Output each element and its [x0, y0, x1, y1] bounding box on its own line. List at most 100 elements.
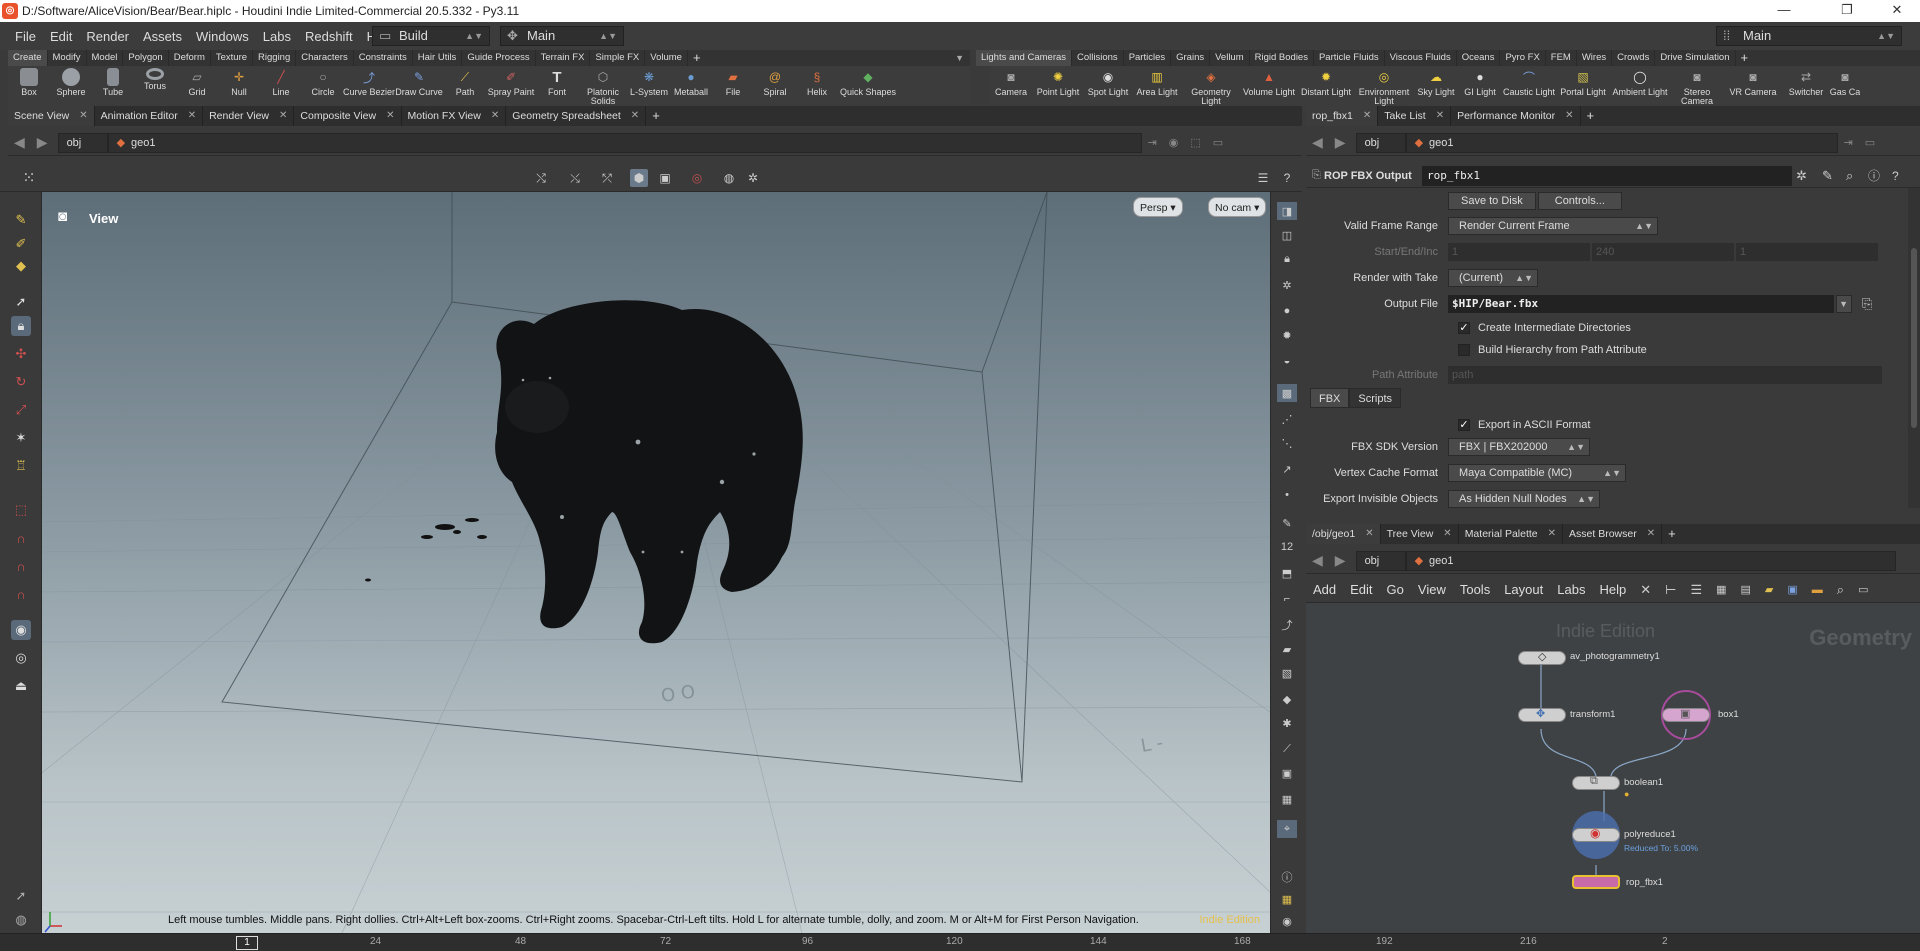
menu-redshift[interactable]: Redshift: [298, 29, 360, 44]
tool-spot-light[interactable]: ◉ Spot Light: [1084, 66, 1132, 106]
info-icon[interactable]: ⓘ: [1868, 167, 1880, 184]
shelf-tab-volume[interactable]: Volume: [645, 50, 688, 66]
tool-box[interactable]: Box: [8, 66, 50, 106]
persp-menu-button[interactable]: Persp ▾: [1133, 197, 1183, 217]
network-menu-tools[interactable]: Tools: [1453, 582, 1497, 597]
path-attribute-field[interactable]: path: [1448, 366, 1882, 384]
note-icon[interactable]: ▰: [1758, 583, 1780, 596]
vertex-cache-select[interactable]: Maya Compatible (MC) ▲▼: [1448, 464, 1626, 482]
pin-icon[interactable]: ⇥: [1148, 136, 1157, 149]
normal-display-icon[interactable]: ↗: [1277, 460, 1297, 478]
close-tab-icon[interactable]: ✕: [491, 106, 499, 126]
camera-menu-button[interactable]: No cam ▾: [1208, 197, 1267, 217]
invisible-objects-select[interactable]: As Hidden Null Nodes ▲▼: [1448, 490, 1600, 508]
start-frame-field[interactable]: 1: [1448, 243, 1590, 261]
snap-grid-icon[interactable]: ∩: [11, 584, 31, 604]
light-tool-icon[interactable]: ◎: [11, 648, 31, 668]
grid-view-icon[interactable]: ▦: [1709, 583, 1733, 596]
scale-tool-icon[interactable]: ⤢: [11, 400, 31, 420]
output-file-menu-chevron-icon[interactable]: ▼: [1836, 295, 1852, 313]
param-scrollbar-thumb[interactable]: [1911, 248, 1917, 428]
handle-tool-icon[interactable]: ♖: [11, 456, 31, 476]
tab-tree-view[interactable]: Tree View ✕: [1381, 524, 1459, 544]
shelf-tab-viscous-fluids[interactable]: Viscous Fluids: [1385, 50, 1457, 66]
network-menu-help[interactable]: Help: [1592, 582, 1633, 597]
tool-camera[interactable]: ◙ Camera: [990, 66, 1032, 106]
desktop-select[interactable]: ⁞⁞ Main ▲▼: [1716, 26, 1902, 46]
tool-sky-light[interactable]: ☁ Sky Light: [1414, 66, 1458, 106]
shelf-tab-oceans[interactable]: Oceans: [1457, 50, 1501, 66]
bone-display-icon[interactable]: ⌐: [1277, 590, 1297, 608]
build-desktop-select[interactable]: ▭ Build ▲▼: [372, 26, 490, 46]
add-pane-tab-icon[interactable]: +: [1662, 524, 1682, 544]
image-icon[interactable]: ▣: [1780, 583, 1804, 596]
menu-labs[interactable]: Labs: [256, 29, 298, 44]
shelf-tab-drive-simulation[interactable]: Drive Simulation: [1655, 50, 1736, 66]
tile-view-icon[interactable]: ▤: [1734, 583, 1758, 596]
rotate-tool-icon[interactable]: ↻: [11, 372, 31, 392]
close-button[interactable]: ✕: [1874, 0, 1920, 22]
back-arrow-icon[interactable]: ◀: [1312, 134, 1323, 151]
shelf-tab-modify[interactable]: Modify: [48, 50, 87, 66]
back-arrow-icon[interactable]: ◀: [14, 134, 25, 151]
camera-tool-icon[interactable]: ◉: [11, 620, 31, 640]
close-tab-icon[interactable]: ✕: [279, 106, 287, 126]
inc-frame-field[interactable]: 1: [1736, 243, 1878, 261]
texture-display-icon[interactable]: ▧: [1277, 664, 1297, 682]
node-rop-fbx1[interactable]: [1572, 875, 1620, 889]
forward-arrow-icon[interactable]: ▶: [37, 134, 48, 151]
close-tab-icon[interactable]: ✕: [1363, 106, 1371, 126]
pin-display-icon[interactable]: ⟋: [1277, 740, 1297, 758]
shelf-tab-terrain-fx[interactable]: Terrain FX: [536, 50, 591, 66]
tool-environment-light[interactable]: ◎ Environment Light: [1354, 66, 1414, 106]
shelf-tab-simple-fx[interactable]: Simple FX: [590, 50, 646, 66]
search-icon[interactable]: ⌕: [1830, 582, 1851, 598]
network-type-icon[interactable]: ⬚: [1190, 136, 1200, 149]
tree-icon[interactable]: ⊢: [1658, 582, 1683, 598]
timeline-bar[interactable]: 1 24 48 72 96 120 144 168 192 216 2: [0, 933, 1920, 951]
shelf-tab-lights-cameras[interactable]: Lights and Cameras: [976, 50, 1073, 66]
node-name-field[interactable]: rop_fbx1: [1422, 166, 1792, 186]
stage-tool-icon[interactable]: ⏏: [11, 676, 31, 696]
breadcrumb-obj[interactable]: obj: [1355, 132, 1406, 153]
magnet-tool-icon[interactable]: ∩: [11, 528, 31, 548]
close-tab-icon[interactable]: ✕: [631, 106, 639, 126]
shelf-tab-rigid-bodies[interactable]: Rigid Bodies: [1250, 50, 1314, 66]
pane-layout-icon[interactable]: ▭: [1865, 136, 1875, 149]
viewport-options-icon[interactable]: ☰: [1254, 169, 1272, 187]
shelf-tab-collisions[interactable]: Collisions: [1072, 50, 1124, 66]
close-tab-icon[interactable]: ✕: [1436, 106, 1444, 126]
shelf-tab-constraints[interactable]: Constraints: [354, 50, 413, 66]
record-icon[interactable]: ◎: [688, 169, 706, 187]
maximize-button[interactable]: ❐: [1824, 0, 1870, 22]
lock-camera-icon[interactable]: 🔒︎: [1277, 250, 1297, 268]
tool-gi-light[interactable]: ● GI Light: [1458, 66, 1502, 106]
forward-arrow-icon[interactable]: ▶: [1335, 552, 1346, 569]
number-display-icon[interactable]: 12: [1277, 538, 1297, 556]
lock-tool-icon[interactable]: 🔒︎: [11, 316, 31, 336]
shelf-tab-polygon[interactable]: Polygon: [123, 50, 169, 66]
tool-l-system[interactable]: ❋ L-System: [628, 66, 670, 106]
add-shelf-tab-icon[interactable]: +: [1736, 50, 1754, 66]
tool-volume-light[interactable]: ▲ Volume Light: [1240, 66, 1298, 106]
tool-torus[interactable]: Torus: [134, 66, 176, 106]
tool-gas-camera[interactable]: ◙ Gas Ca: [1830, 66, 1860, 106]
frame-icon[interactable]: ▭: [1851, 583, 1875, 596]
network-menu-labs[interactable]: Labs: [1550, 582, 1592, 597]
tool-circle[interactable]: ○ Circle: [302, 66, 344, 106]
wire-mode-icon[interactable]: ⤯: [566, 169, 584, 187]
shelf-tab-particles[interactable]: Particles: [1124, 50, 1172, 66]
brush-icon[interactable]: ✎: [1822, 168, 1833, 184]
background-image-icon[interactable]: ▦: [1277, 790, 1297, 808]
minimize-button[interactable]: —: [1761, 0, 1807, 22]
shelf-menu-chevron-icon[interactable]: ▼: [955, 53, 964, 63]
tool-vr-camera[interactable]: ◙ VR Camera: [1724, 66, 1782, 106]
tab-asset-browser[interactable]: Asset Browser ✕: [1563, 524, 1663, 544]
snap-curve-icon[interactable]: ∩: [11, 556, 31, 576]
ascii-checkbox[interactable]: ✓: [1458, 419, 1470, 431]
volume-display-icon[interactable]: ◆: [1277, 690, 1297, 708]
tool-portal-light[interactable]: ▧ Portal Light: [1556, 66, 1610, 106]
tool-point-light[interactable]: ✺ Point Light: [1032, 66, 1084, 106]
tool-switcher[interactable]: ⇄ Switcher: [1782, 66, 1830, 106]
shelf-tab-wires[interactable]: Wires: [1577, 50, 1613, 66]
